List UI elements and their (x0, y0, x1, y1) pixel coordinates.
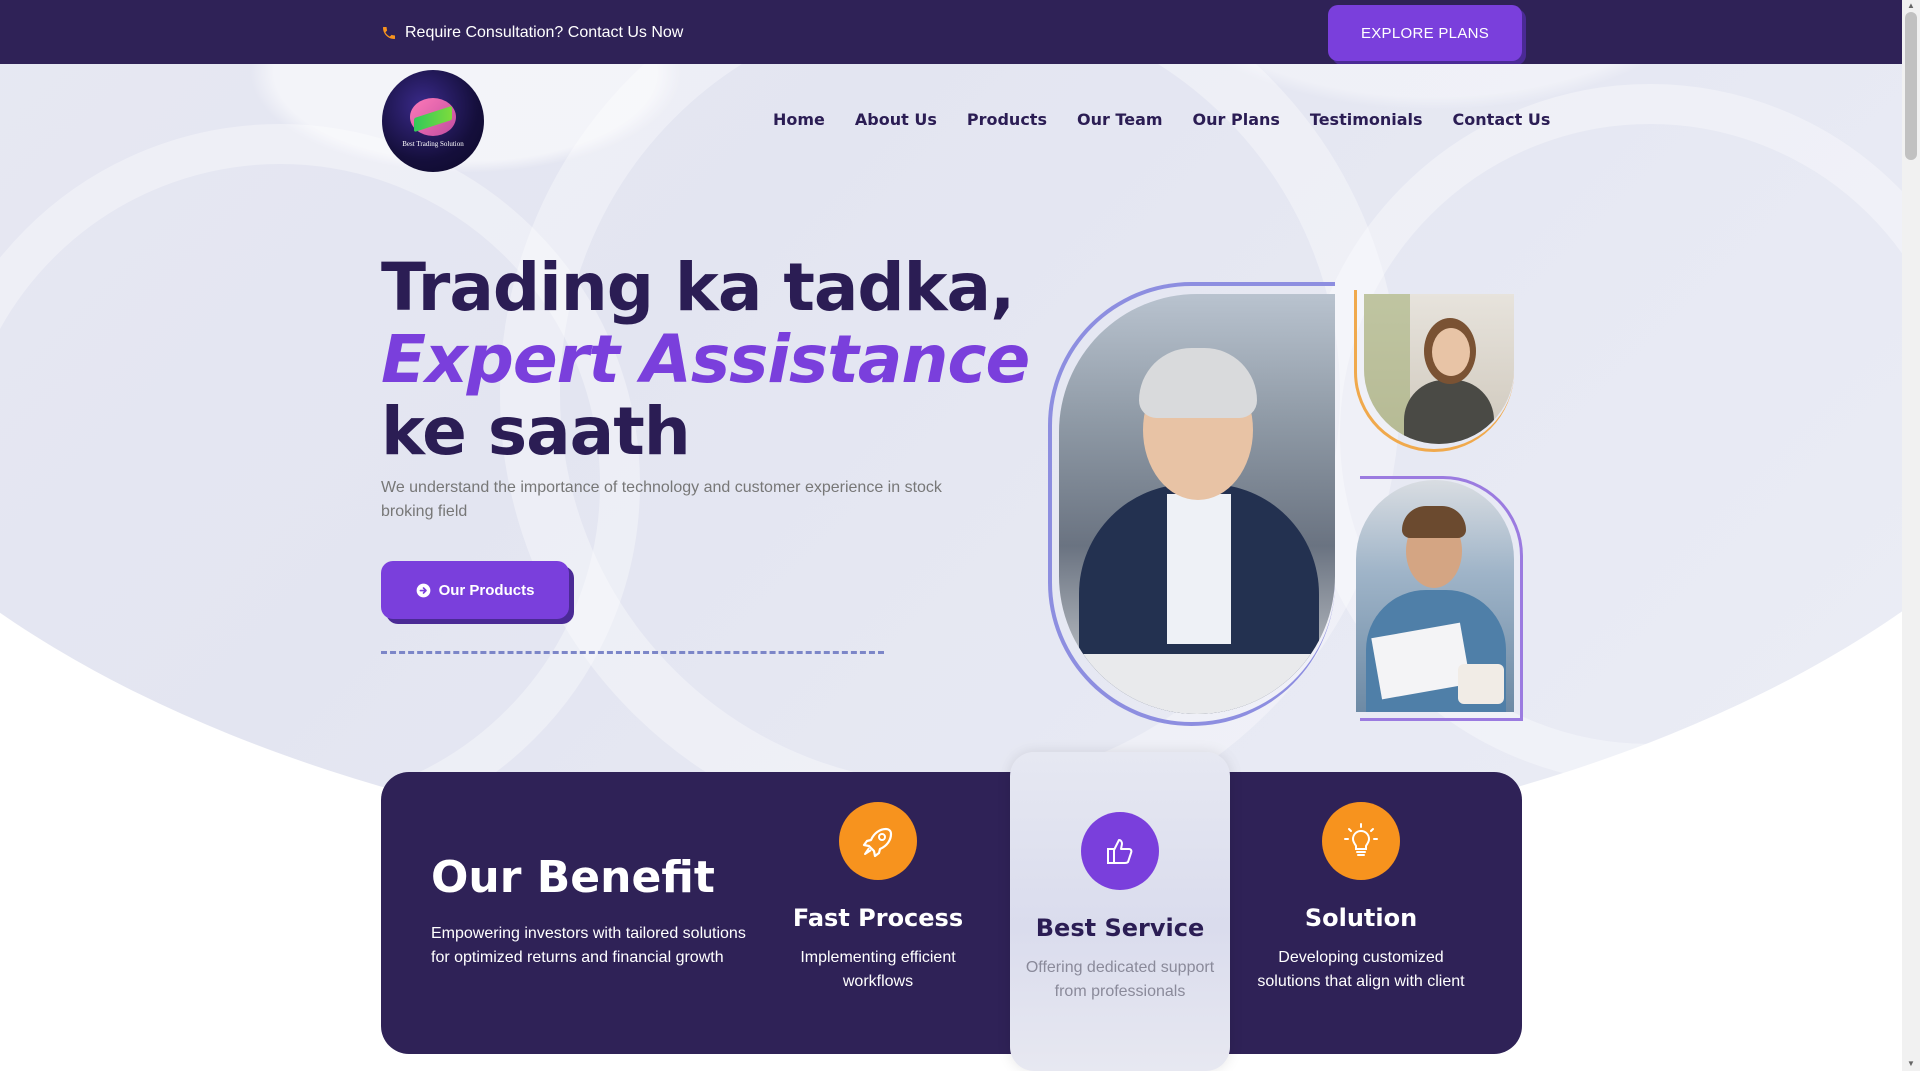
nav-our-team[interactable]: Our Team (1077, 110, 1163, 129)
businesswoman-photo (1364, 294, 1514, 444)
page-scrollbar[interactable] (1902, 0, 1920, 1071)
benefit-description: Empowering investors with tailored solut… (431, 925, 746, 966)
feature-solution: Solution Developing customized solutions… (1251, 802, 1471, 994)
our-products-button[interactable]: Our Products (381, 561, 569, 619)
hero-subtext: We understand the importance of technolo… (381, 479, 942, 520)
nav-our-plans[interactable]: Our Plans (1193, 110, 1280, 129)
nav-contact-us[interactable]: Contact Us (1453, 110, 1551, 129)
scroll-down-arrow-icon[interactable]: ▼ (1905, 1059, 1917, 1069)
phone-icon (383, 27, 395, 39)
hero-headline: Trading ka tadka, Expert Assistance ke s… (381, 249, 1030, 470)
feature-title: Fast Process (792, 904, 964, 932)
businessman-photo (1059, 294, 1335, 714)
feature-best-service-card: Best Service Offering dedicated support … (1010, 752, 1230, 1071)
main-nav: Home About Us Products Our Team Our Plan… (773, 110, 1550, 129)
consultation-contact[interactable]: Require Consultation? Contact Us Now (381, 22, 683, 44)
hair (1402, 506, 1466, 538)
nav-home[interactable]: Home (773, 110, 825, 129)
nav-products[interactable]: Products (967, 110, 1047, 129)
feature-description: Implementing efficient workflows (800, 949, 956, 990)
rocket-icon (839, 802, 917, 880)
thumbs-up-icon (1081, 812, 1159, 890)
scroll-up-arrow-icon[interactable]: ▲ (1905, 1, 1917, 11)
scrollbar-thumb[interactable] (1905, 12, 1917, 160)
brand-logo[interactable]: Best Trading Solution (382, 70, 484, 172)
feature-description: Developing customized solutions that ali… (1257, 949, 1465, 990)
dashed-divider (381, 651, 884, 654)
mug (1458, 664, 1504, 704)
headline-line-1: Trading ka tadka, (381, 249, 1015, 326)
desk (1059, 654, 1335, 714)
hero-section: Best Trading Solution Home About Us Prod… (0, 64, 1902, 1071)
feature-title: Best Service (1035, 914, 1205, 942)
jacket (1404, 380, 1494, 444)
benefit-panel: Our Benefit Empowering investors with ta… (381, 772, 1522, 1054)
explore-plans-button[interactable]: EXPLORE PLANS (1328, 5, 1522, 61)
benefit-title: Our Benefit (431, 852, 715, 903)
top-bar: Require Consultation? Contact Us Now EXP… (0, 0, 1902, 64)
feature-fast-process: Fast Process Implementing efficient work… (768, 802, 988, 994)
arrow-circle-right-icon (416, 583, 430, 597)
feature-description: Offering dedicated support from professi… (1025, 959, 1215, 1000)
headline-line-3: ke saath (381, 393, 691, 470)
nav-testimonials[interactable]: Testimonials (1310, 110, 1423, 129)
smiling-man-photo (1356, 480, 1514, 712)
our-products-label: Our Products (438, 581, 535, 599)
logo-text: Best Trading Solution (402, 140, 464, 148)
lightbulb-icon (1322, 802, 1400, 880)
shirt (1167, 494, 1231, 644)
feature-title: Solution (1304, 904, 1418, 932)
logo-chart-icon (410, 98, 456, 136)
consultation-text: Require Consultation? Contact Us Now (405, 24, 684, 41)
feature-best-service: Best Service Offering dedicated support … (1010, 812, 1230, 1004)
headline-accent: Expert Assistance (381, 321, 1030, 398)
face (1432, 328, 1470, 376)
nav-about-us[interactable]: About Us (855, 110, 937, 129)
hair (1139, 348, 1257, 418)
